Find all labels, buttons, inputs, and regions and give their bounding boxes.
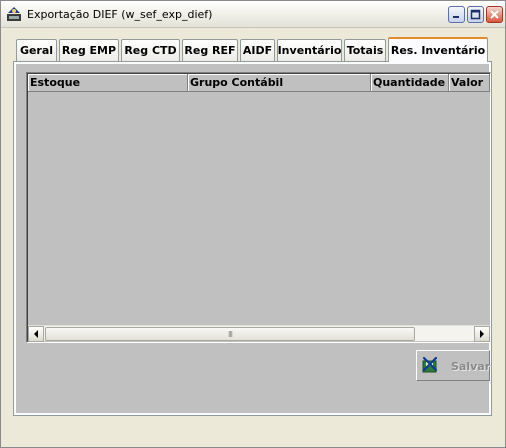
window-client-area: Geral Reg EMP Reg CTD Reg REF AIDF Inven… bbox=[4, 29, 502, 445]
save-icon bbox=[422, 356, 438, 373]
close-button[interactable] bbox=[486, 6, 503, 23]
tab-inventario[interactable]: Inventário bbox=[277, 39, 342, 61]
grid-body[interactable] bbox=[28, 92, 490, 326]
arrow-left-icon bbox=[34, 330, 38, 338]
main-window: Exportação DIEF (w_sef_exp_dief) Geral R… bbox=[0, 0, 506, 448]
title-bar[interactable]: Exportação DIEF (w_sef_exp_dief) bbox=[1, 1, 505, 28]
minimize-icon bbox=[453, 16, 459, 18]
scroll-right-button[interactable] bbox=[474, 326, 490, 342]
arrow-right-icon bbox=[480, 330, 484, 338]
tab-reg-ctd[interactable]: Reg CTD bbox=[121, 39, 180, 61]
tab-reg-emp[interactable]: Reg EMP bbox=[59, 39, 119, 61]
column-header-valor[interactable]: Valor bbox=[449, 74, 490, 92]
tab-aidf[interactable]: AIDF bbox=[240, 39, 275, 61]
column-header-quantidade[interactable]: Quantidade bbox=[371, 74, 449, 92]
window-title: Exportação DIEF (w_sef_exp_dief) bbox=[27, 8, 213, 21]
tab-totais[interactable]: Totais bbox=[344, 39, 386, 61]
save-button-label: Salvar bbox=[451, 360, 491, 373]
scroll-grip: III bbox=[227, 329, 233, 339]
scroll-left-button[interactable] bbox=[28, 326, 44, 342]
maximize-icon bbox=[470, 9, 481, 20]
tab-res-inventario[interactable]: Res. Inventário bbox=[388, 37, 488, 62]
tab-geral[interactable]: Geral bbox=[16, 39, 57, 61]
app-icon bbox=[7, 7, 21, 21]
tab-reg-ref[interactable]: Reg REF bbox=[182, 39, 238, 61]
panel-background: Estoque Grupo Contábil Quantidade Valor … bbox=[16, 64, 491, 413]
tab-panel-res-inventario: Estoque Grupo Contábil Quantidade Valor … bbox=[13, 61, 492, 416]
close-icon bbox=[490, 10, 499, 19]
horizontal-scrollbar[interactable]: III bbox=[28, 325, 490, 342]
minimize-button[interactable] bbox=[448, 6, 465, 23]
maximize-button[interactable] bbox=[467, 6, 484, 23]
scroll-thumb[interactable]: III bbox=[45, 327, 415, 341]
column-header-grupo-contabil[interactable]: Grupo Contábil bbox=[188, 74, 371, 92]
column-header-estoque[interactable]: Estoque bbox=[28, 74, 188, 92]
save-button[interactable]: Salvar bbox=[416, 350, 490, 381]
grid-header: Estoque Grupo Contábil Quantidade Valor bbox=[28, 74, 490, 92]
inventory-summary-grid[interactable]: Estoque Grupo Contábil Quantidade Valor … bbox=[26, 72, 491, 343]
